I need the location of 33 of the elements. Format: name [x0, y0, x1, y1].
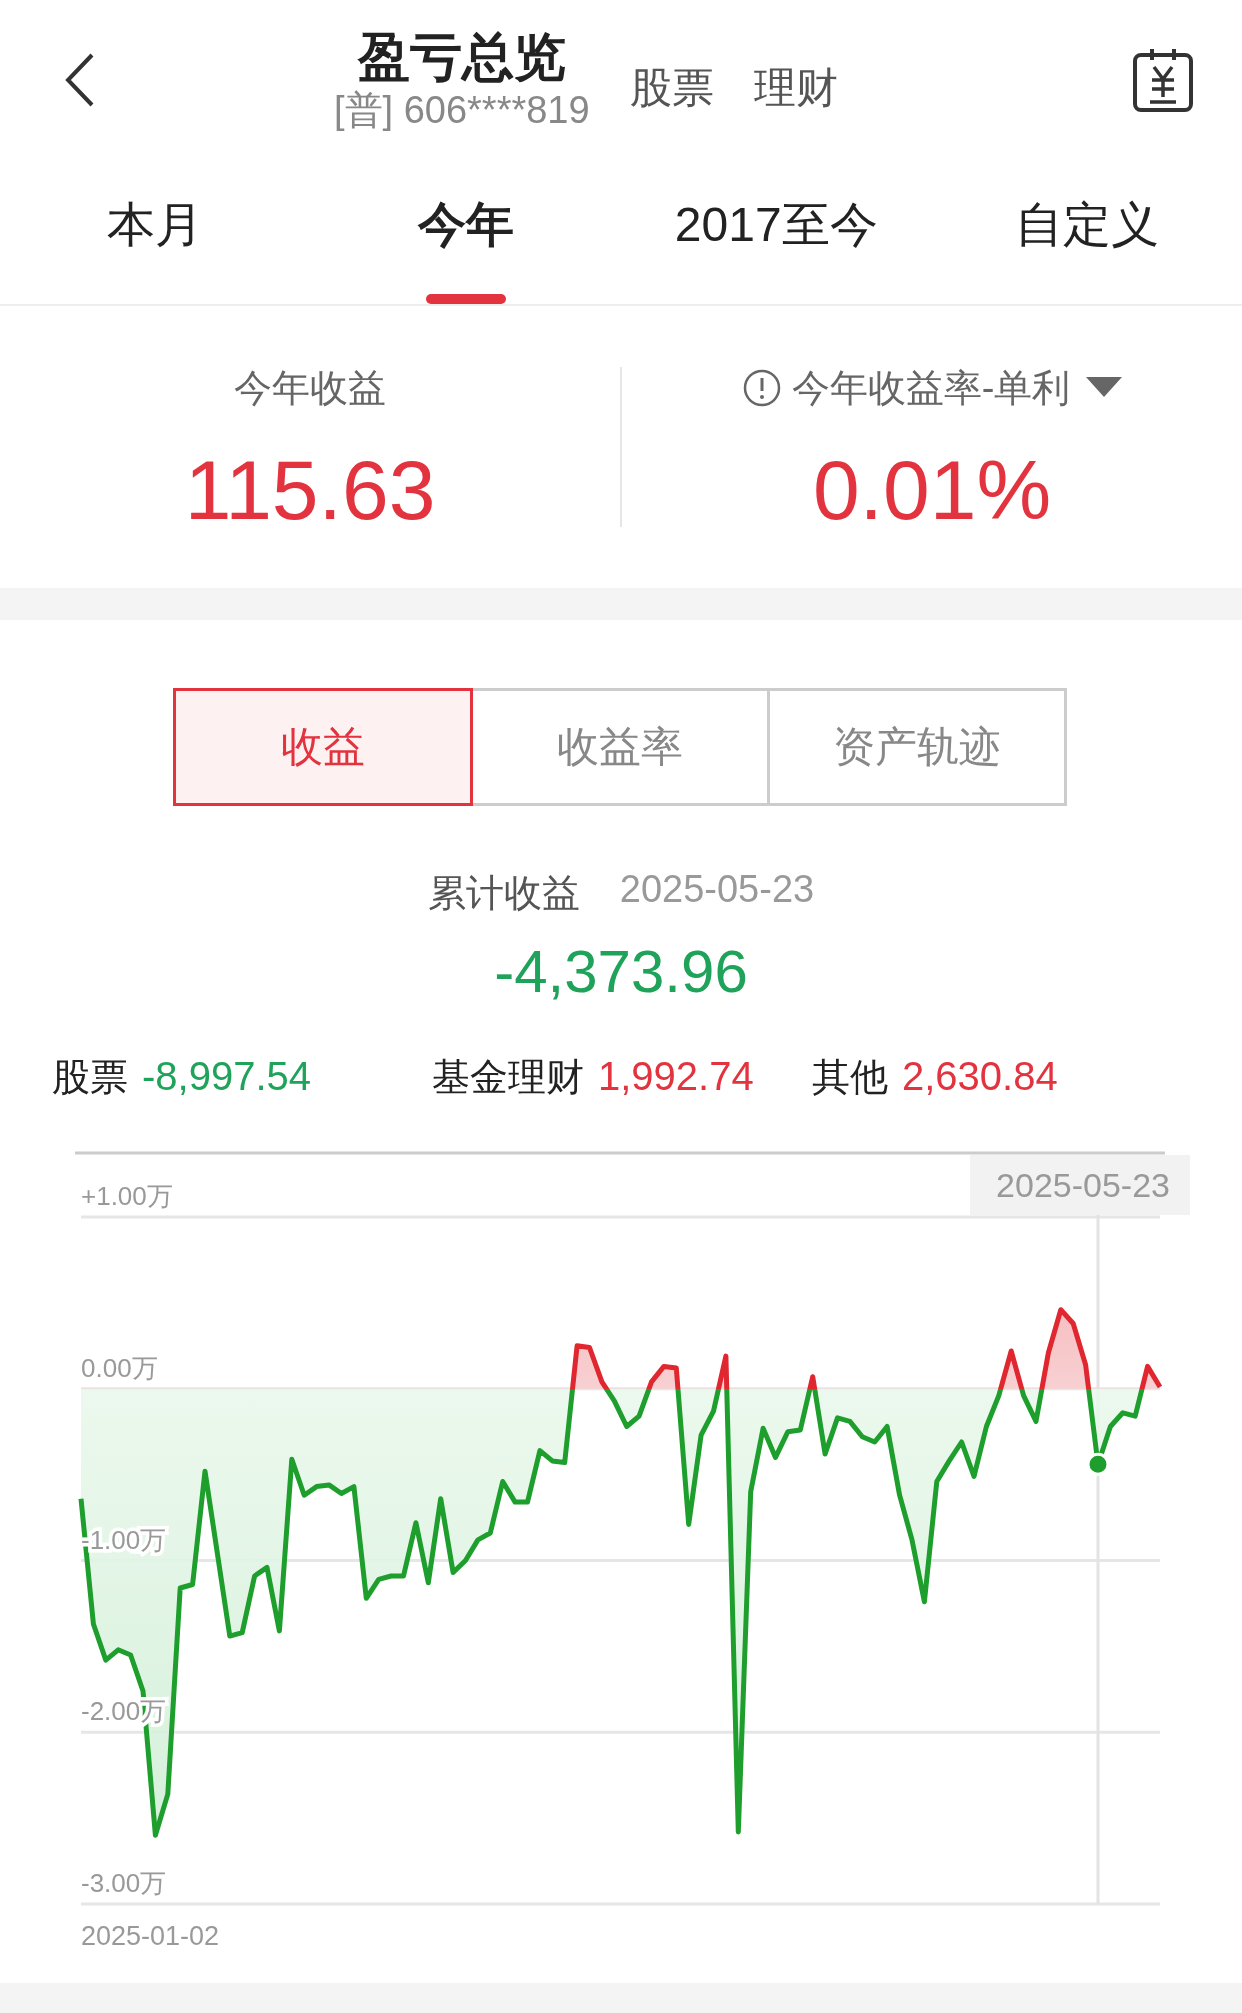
statement-button[interactable]: [1132, 47, 1194, 113]
breakdown-label: 股票: [52, 1055, 128, 1100]
info-icon[interactable]: [741, 368, 782, 408]
account-number: [普] 606****819: [334, 88, 590, 134]
breakdown-label: 基金理财: [432, 1055, 584, 1100]
rate-value: 0.01%: [812, 447, 1052, 532]
breakdown-value: 1,992.74: [598, 1054, 754, 1099]
period-tab[interactable]: 今年: [310, 160, 621, 304]
page-title: 盈亏总览: [357, 27, 566, 88]
header-link[interactable]: 股票: [629, 60, 714, 116]
date-tooltip: 2025-05-23: [970, 1155, 1190, 1215]
header-link[interactable]: 理财: [753, 60, 838, 116]
yen-receipt-icon: [1132, 47, 1194, 113]
axis-label: -3.00万: [81, 1868, 167, 1898]
data-point: [1086, 1452, 1110, 1476]
profit-value: 115.63: [184, 447, 436, 532]
breakdown-value: 2,630.84: [902, 1054, 1058, 1099]
chart-segment[interactable]: 收益: [172, 688, 473, 806]
axis-label: 0.00万: [81, 1352, 158, 1383]
rate-label: 今年收益率-单利: [791, 365, 1071, 411]
start-date-label: 2025-01-02: [81, 1921, 220, 1951]
cumulative-label: 累计收益: [427, 871, 580, 916]
cumulative-date: 2025-05-23: [619, 868, 815, 912]
profit-label: 今年收益: [234, 365, 386, 411]
axis-label: +1.00万: [81, 1181, 173, 1211]
dropdown-caret-icon[interactable]: [1086, 377, 1123, 399]
period-tab[interactable]: 本月: [0, 160, 311, 304]
cumulative-value: -4,373.96: [493, 937, 749, 1006]
breakdown-label: 其他: [812, 1055, 888, 1100]
period-tab[interactable]: 2017至今: [621, 160, 932, 304]
period-tab[interactable]: 自定义: [931, 160, 1242, 304]
breakdown-value: -8,997.54: [142, 1054, 312, 1099]
back-icon: [64, 52, 96, 108]
